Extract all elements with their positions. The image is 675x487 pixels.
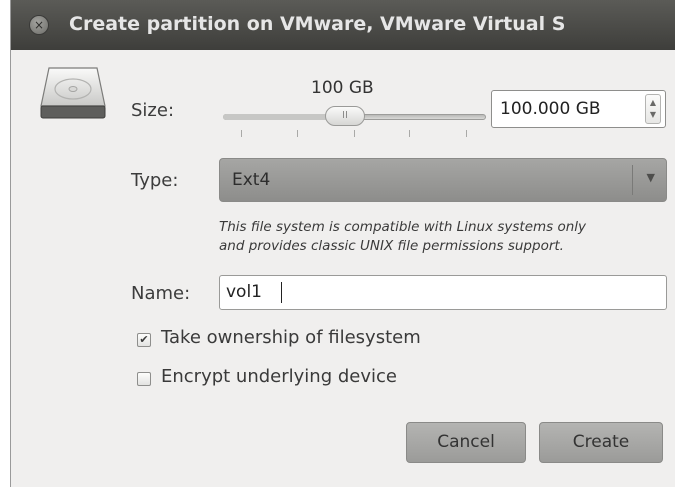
slider-tick (409, 130, 410, 137)
type-dropdown-value: Ext4 (232, 170, 271, 190)
window-title: Create partition on VMware, VMware Virtu… (69, 13, 566, 35)
type-dropdown[interactable]: Ext4 ▼ (219, 158, 667, 202)
hard-disk-icon (40, 67, 106, 119)
size-label: Size: (131, 100, 175, 121)
spin-up-icon[interactable]: ▲ (646, 97, 660, 109)
type-label: Type: (131, 170, 179, 191)
slider-tick (466, 130, 467, 137)
size-slider-handle[interactable]: II (325, 106, 365, 126)
name-field[interactable]: vol1 (219, 275, 667, 310)
cancel-button[interactable]: Cancel (406, 422, 526, 463)
type-description-line1: This file system is compatible with Linu… (219, 219, 587, 235)
slider-tick (241, 130, 242, 137)
spin-arrows[interactable]: ▲ ▼ (645, 94, 661, 124)
chevron-down-icon[interactable]: ▼ (647, 171, 655, 184)
titlebar: × Create partition on VMware, VMware Vir… (11, 0, 675, 50)
spin-down-icon[interactable]: ▼ (646, 109, 660, 121)
close-icon[interactable]: × (29, 15, 49, 35)
size-spin-value[interactable]: 100.000 GB (500, 99, 601, 119)
slider-tick (297, 130, 298, 137)
dropdown-separator (632, 165, 633, 195)
take-ownership-label[interactable]: Take ownership of filesystem (161, 327, 421, 348)
encrypt-checkbox[interactable] (137, 372, 151, 386)
type-description-line2: and provides classic UNIX file permissio… (219, 238, 564, 254)
dialog-window: × Create partition on VMware, VMware Vir… (10, 0, 675, 487)
encrypt-label[interactable]: Encrypt underlying device (161, 366, 397, 387)
slider-tick (354, 130, 355, 137)
name-field-value[interactable]: vol1 (226, 282, 262, 302)
text-cursor (281, 282, 282, 303)
take-ownership-checkbox[interactable]: ✔ (137, 333, 151, 347)
create-button[interactable]: Create (539, 422, 663, 463)
size-slider-value: 100 GB (311, 78, 374, 98)
type-description: This file system is compatible with Linu… (219, 218, 674, 256)
name-label: Name: (131, 283, 191, 304)
size-spinbutton[interactable]: 100.000 GB ▲ ▼ (491, 90, 666, 128)
